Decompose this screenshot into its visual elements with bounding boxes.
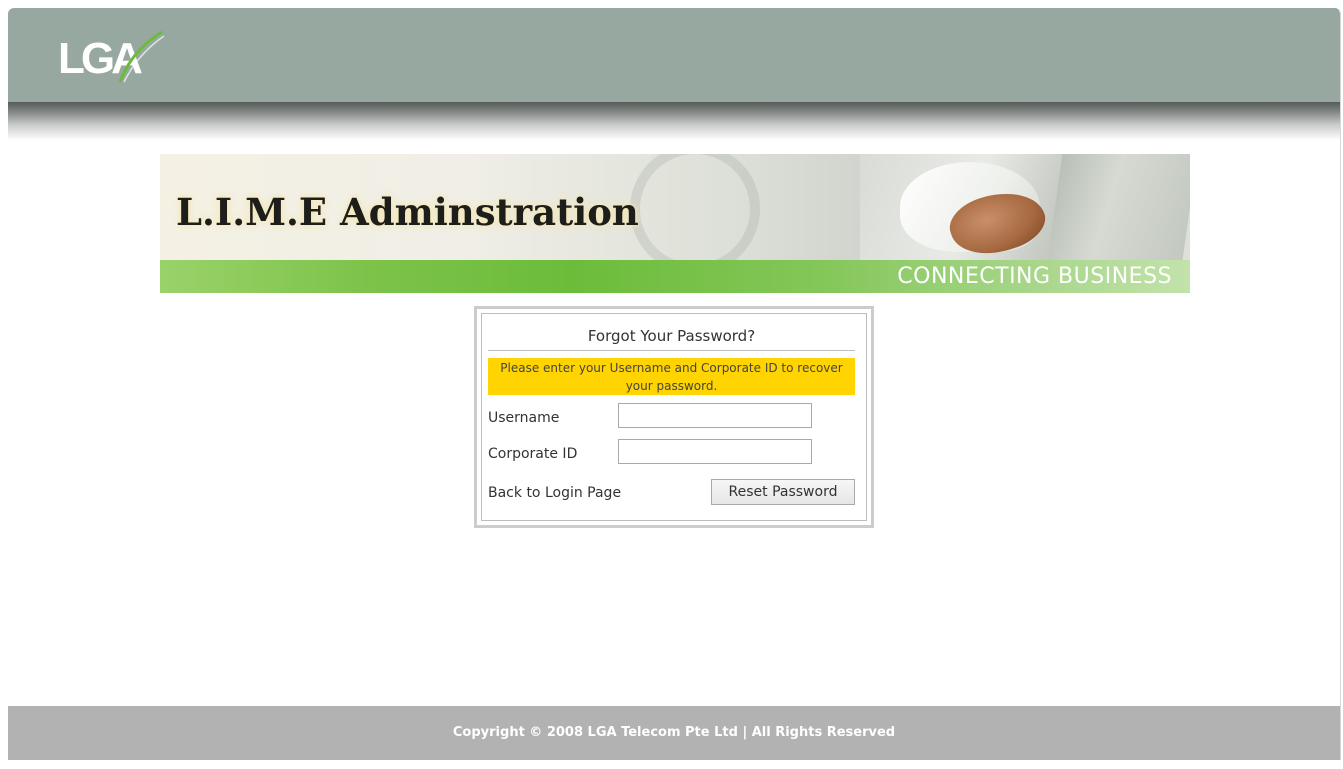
page-frame: LGA L.I.M.E Adminstration CONNECTING BUS… — [8, 8, 1341, 760]
corporate-id-input[interactable] — [618, 439, 812, 464]
instruction-notice: Please enter your Username and Corporate… — [488, 358, 855, 395]
forgot-password-form: Forgot Your Password? Please enter your … — [481, 313, 867, 521]
banner-title: L.I.M.E Adminstration — [176, 190, 639, 234]
copyright-text: Copyright © 2008 LGA Telecom Pte Ltd | A… — [452, 725, 896, 740]
form-title: Forgot Your Password? — [488, 324, 855, 351]
forgot-password-panel: Forgot Your Password? Please enter your … — [474, 306, 874, 528]
username-input[interactable] — [618, 403, 812, 428]
banner-tagline: CONNECTING BUSINESS — [897, 264, 1172, 289]
username-label: Username — [488, 410, 560, 426]
banner: L.I.M.E Adminstration CONNECTING BUSINES… — [160, 154, 1190, 293]
logo-swoosh-icon — [118, 30, 165, 83]
reset-password-button[interactable]: Reset Password — [711, 479, 855, 505]
corporate-id-label: Corporate ID — [488, 446, 578, 462]
footer: Copyright © 2008 LGA Telecom Pte Ltd | A… — [8, 706, 1340, 760]
header-shadow — [8, 102, 1340, 140]
lga-logo: LGA — [58, 30, 168, 90]
banner-laptop-image — [1047, 154, 1190, 260]
banner-at-symbol-decoration — [630, 154, 760, 274]
header-bar: LGA — [8, 8, 1340, 102]
back-to-login-link[interactable]: Back to Login Page — [488, 484, 621, 502]
